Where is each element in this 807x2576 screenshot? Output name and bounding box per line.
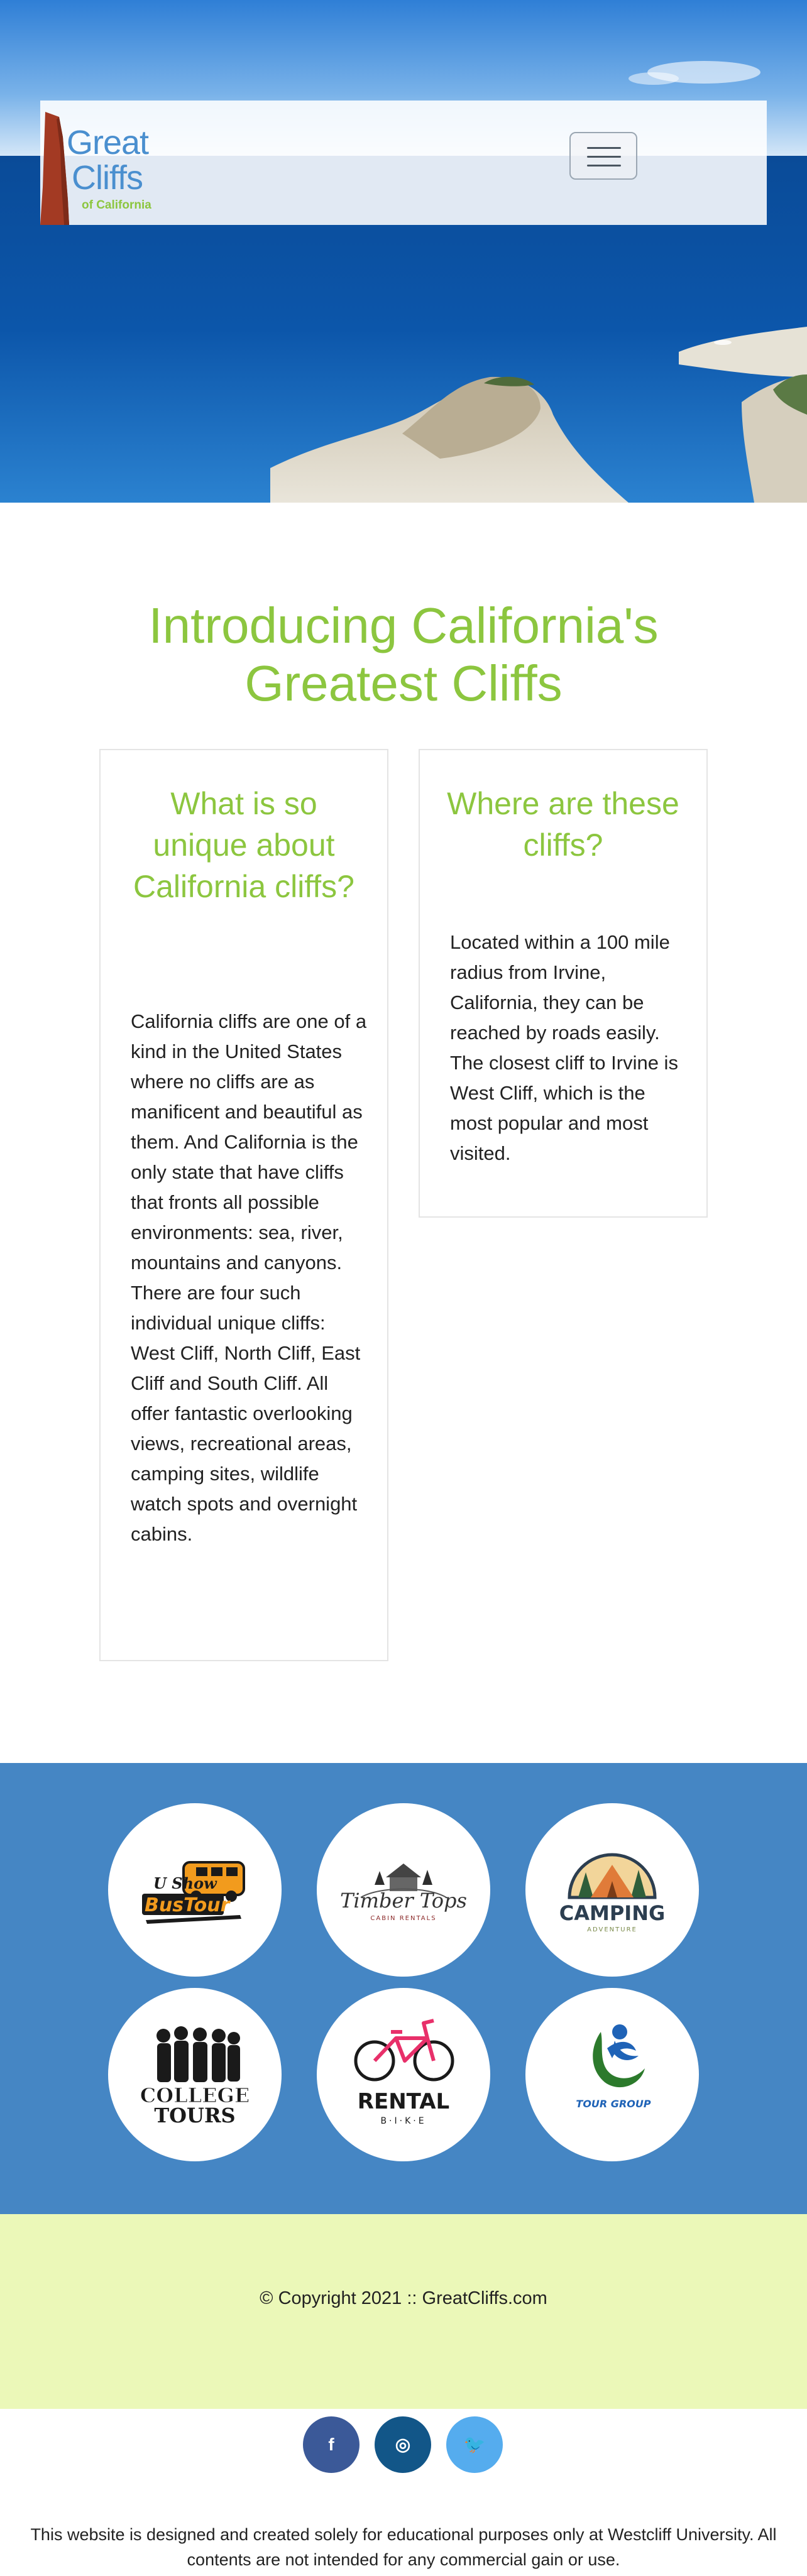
partner-label: ADVENTURE	[587, 1926, 637, 1933]
partner-label: TOUR GROUP	[576, 2098, 651, 2110]
partner-college-tours[interactable]: COLLEGE TOURS	[108, 1988, 282, 2161]
partners-section: U Show BusTour Timber Tops CABIN RENTALS…	[0, 1763, 807, 2214]
bus-icon: U Show BusTour	[142, 1861, 245, 1924]
instagram-icon[interactable]: ◎	[375, 2416, 431, 2473]
tent-icon: CAMPING ADVENTURE	[559, 1853, 666, 1933]
hero-banner: Great Cliffs of California	[0, 0, 807, 503]
copyright-band: © Copyright 2021 :: GreatCliffs.com	[0, 2214, 807, 2409]
logo-text-california: of California	[82, 199, 151, 212]
partner-label: BusTour	[145, 1894, 231, 1916]
card-heading: Where are these cliffs?	[447, 786, 679, 863]
facebook-icon[interactable]: f	[303, 2416, 360, 2473]
partner-label: U Show	[153, 1874, 217, 1892]
page-title: Introducing California's Greatest Cliffs	[148, 597, 659, 711]
info-card-location: Where are these cliffs? Located within a…	[419, 749, 708, 1218]
people-swirl-icon: TOUR GROUP	[576, 2024, 651, 2110]
hero-sea-cliffs-image	[0, 0, 807, 503]
partner-label: CABIN RENTALS	[370, 1915, 436, 1922]
card-body: Located within a 100 mile radius from Ir…	[450, 931, 678, 1164]
card-heading: What is so unique about California cliff…	[133, 786, 354, 904]
partner-bus-tour[interactable]: U Show BusTour	[108, 1803, 282, 1977]
disclaimer-text: This website is designed and created sol…	[30, 2525, 777, 2569]
partner-tour-group[interactable]: TOUR GROUP	[525, 1988, 699, 2161]
partner-label: B·I·K·E	[380, 2116, 426, 2126]
partner-label: CAMPING	[559, 1901, 666, 1925]
card-body: California cliffs are one of a kind in t…	[131, 1010, 367, 1545]
bicycle-icon: RENTAL B·I·K·E	[354, 2019, 454, 2126]
logo-text-cliffs: Cliffs	[72, 159, 143, 197]
logo-text-great: Great	[67, 124, 149, 161]
partner-rental-bike[interactable]: RENTAL B·I·K·E	[317, 1988, 490, 2161]
partner-camping[interactable]: CAMPING ADVENTURE	[525, 1803, 699, 1977]
menu-toggle-button[interactable]	[569, 132, 637, 180]
twitter-icon[interactable]: 🐦	[446, 2416, 503, 2473]
partner-label: Timber Tops	[340, 1889, 467, 1913]
partner-timber-tops[interactable]: Timber Tops CABIN RENTALS	[317, 1803, 490, 1977]
hamburger-icon	[587, 147, 621, 149]
students-icon: COLLEGE TOURS	[140, 2026, 250, 2127]
cliff-logo-icon	[40, 112, 69, 225]
navbar: Great Cliffs of California	[40, 101, 767, 225]
site-logo[interactable]: Great Cliffs of California	[40, 112, 178, 225]
partner-label: RENTAL	[358, 2089, 449, 2114]
partner-label: TOURS	[154, 2104, 235, 2127]
cabin-icon: Timber Tops CABIN RENTALS	[340, 1864, 467, 1922]
info-card-unique: What is so unique about California cliff…	[99, 749, 388, 1661]
copyright-text: © Copyright 2021 :: GreatCliffs.com	[260, 2288, 547, 2308]
